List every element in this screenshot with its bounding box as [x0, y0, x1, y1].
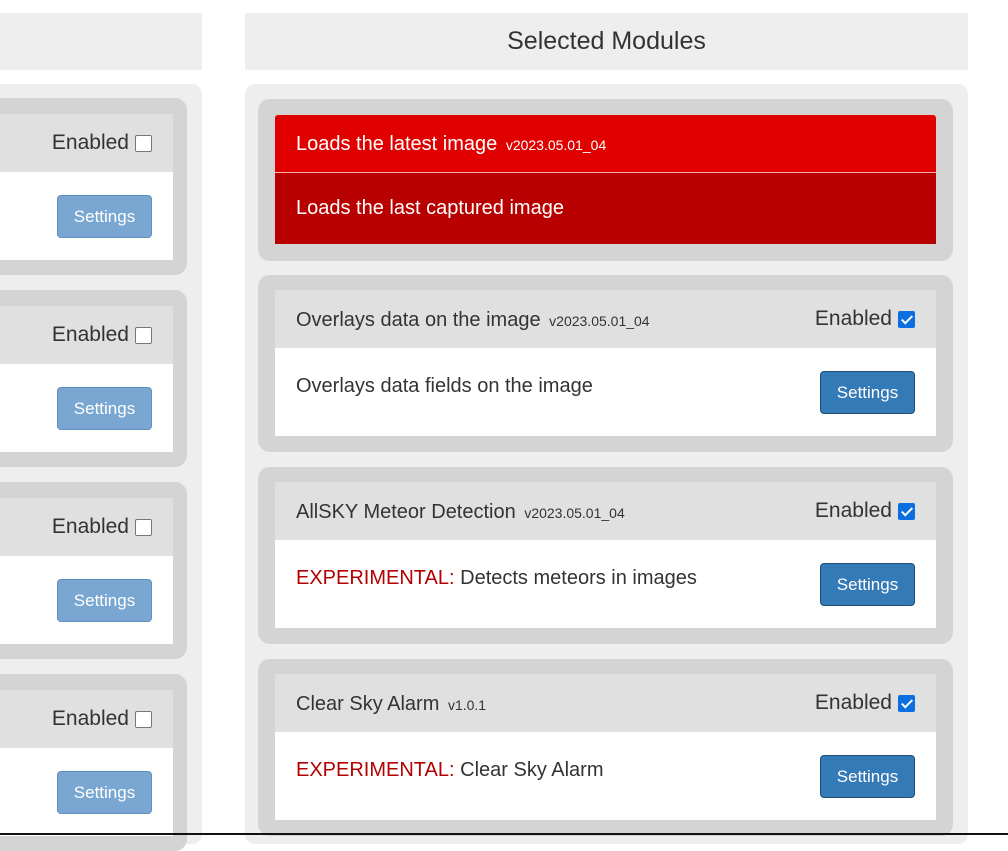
selected-module-meteor[interactable]: AllSKY Meteor Detection v2023.05.01_04 E… — [258, 467, 953, 644]
settings-button[interactable]: Settings — [57, 195, 152, 238]
module-title-text: AllSKY Meteor Detection — [296, 501, 516, 523]
module-description-text: Detects meteors in images — [460, 567, 697, 589]
module-body: Settings — [0, 172, 173, 260]
enabled-toggle[interactable]: Enabled — [815, 290, 915, 348]
selected-module-overlay[interactable]: Overlays data on the image v2023.05.01_0… — [258, 275, 953, 452]
module-header: Overlays data on the image v2023.05.01_0… — [275, 290, 936, 348]
module-header: Enabled — [0, 114, 173, 172]
module-header: Enabled — [0, 306, 173, 364]
module-body: Overlays data fields on the image Settin… — [275, 348, 936, 436]
settings-button[interactable]: Settings — [57, 579, 152, 622]
enabled-label: Enabled — [51, 323, 129, 346]
module-title: Overlays data on the image v2023.05.01_0… — [296, 290, 650, 351]
module-title: Clear Sky Alarm v1.0.1 — [296, 674, 486, 735]
module-version: v2023.05.01_04 — [524, 505, 625, 521]
enabled-checkbox[interactable] — [135, 134, 152, 152]
enabled-checkbox[interactable] — [135, 710, 152, 728]
settings-button[interactable]: Settings — [820, 755, 915, 798]
module-title-text: Clear Sky Alarm — [296, 693, 440, 715]
selected-modules-list: Loads the latest image v2023.05.01_04 Lo… — [245, 84, 968, 844]
experimental-label: EXPERIMENTAL: — [296, 759, 455, 781]
enabled-label: Enabled — [814, 307, 892, 330]
available-module-1[interactable]: Enabled Settings — [0, 98, 187, 275]
module-header: AllSKY Meteor Detection v2023.05.01_04 E… — [275, 482, 936, 540]
available-modules-list: Enabled Settings Enabled Settings Enable… — [0, 84, 202, 851]
module-description: EXPERIMENTAL: Clear Sky Alarm — [296, 759, 604, 782]
enabled-toggle[interactable]: Enabled — [52, 498, 152, 556]
enabled-toggle[interactable]: Enabled — [815, 674, 915, 732]
available-module-2[interactable]: Enabled Settings — [0, 290, 187, 467]
module-title-text: Overlays data on the image — [296, 309, 541, 331]
enabled-label: Enabled — [51, 131, 129, 154]
enabled-label: Enabled — [51, 515, 129, 538]
module-version: v2023.05.01_04 — [505, 137, 607, 153]
module-body: Settings — [0, 748, 173, 836]
module-header: Clear Sky Alarm v1.0.1 Enabled — [275, 674, 936, 732]
module-header: Enabled — [0, 690, 173, 748]
loader-body: Loads the last captured image — [275, 173, 936, 244]
module-description-text: Overlays data fields on the image — [296, 375, 593, 397]
settings-button[interactable]: Settings — [820, 371, 915, 414]
module-title-text: Loads the latest image — [296, 133, 498, 155]
enabled-checkbox[interactable] — [898, 694, 915, 712]
available-module-3[interactable]: Enabled Settings — [0, 482, 187, 659]
available-module-4[interactable]: Enabled Settings — [0, 674, 187, 851]
selected-modules-header: Selected Modules — [245, 13, 968, 70]
module-body: EXPERIMENTAL: Clear Sky Alarm Settings — [275, 732, 936, 820]
settings-button[interactable]: Settings — [820, 563, 915, 606]
settings-button[interactable]: Settings — [57, 387, 152, 430]
module-description: Overlays data fields on the image — [296, 375, 593, 398]
loader-header: Loads the latest image v2023.05.01_04 — [275, 115, 936, 173]
enabled-label: Enabled — [814, 691, 892, 714]
enabled-label: Enabled — [814, 499, 892, 522]
module-title: Loads the latest image v2023.05.01_04 — [296, 115, 606, 174]
loader-module[interactable]: Loads the latest image v2023.05.01_04 Lo… — [258, 99, 953, 261]
module-description: EXPERIMENTAL: Detects meteors in images — [296, 567, 697, 590]
enabled-toggle[interactable]: Enabled — [52, 114, 152, 172]
enabled-toggle[interactable]: Enabled — [52, 690, 152, 748]
enabled-checkbox[interactable] — [135, 326, 152, 344]
experimental-label: EXPERIMENTAL: — [296, 567, 455, 589]
module-description-text: Clear Sky Alarm — [460, 759, 604, 781]
module-title: AllSKY Meteor Detection v2023.05.01_04 — [296, 482, 625, 543]
enabled-checkbox[interactable] — [898, 502, 915, 520]
available-modules-header — [0, 13, 202, 70]
module-body: Settings — [0, 556, 173, 644]
module-version: v1.0.1 — [447, 697, 487, 713]
module-header: Enabled — [0, 498, 173, 556]
enabled-toggle[interactable]: Enabled — [815, 482, 915, 540]
selected-module-clear-sky[interactable]: Clear Sky Alarm v1.0.1 Enabled EXPERIMEN… — [258, 659, 953, 836]
enabled-checkbox[interactable] — [898, 310, 915, 328]
enabled-toggle[interactable]: Enabled — [52, 306, 152, 364]
enabled-label: Enabled — [51, 707, 129, 730]
module-body: EXPERIMENTAL: Detects meteors in images … — [275, 540, 936, 628]
enabled-checkbox[interactable] — [135, 518, 152, 536]
module-description: Loads the last captured image — [296, 197, 564, 219]
settings-button[interactable]: Settings — [57, 771, 152, 814]
module-version: v2023.05.01_04 — [549, 313, 650, 329]
module-body: Settings — [0, 364, 173, 452]
